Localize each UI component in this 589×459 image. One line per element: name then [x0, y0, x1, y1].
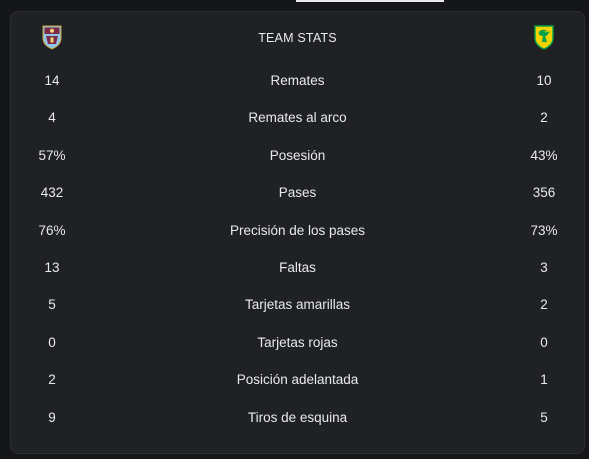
stat-row-offsides: 2 Posición adelantada 1 — [11, 361, 584, 398]
stat-row-possession: 57% Posesión 43% — [11, 137, 584, 174]
stat-label: Tarjetas amarillas — [244, 297, 351, 313]
norwich-crest-icon[interactable] — [533, 24, 555, 50]
away-value: 3 — [540, 259, 548, 275]
stat-row-passes: 432 Pases 356 — [11, 174, 584, 211]
stat-label: Remates al arco — [248, 110, 347, 126]
team-stats-title: TEAM STATS — [258, 31, 337, 45]
away-value: 10 — [536, 73, 552, 88]
stat-row-red-cards: 0 Tarjetas rojas 0 — [11, 324, 584, 361]
stat-label: Pases — [278, 185, 317, 201]
stats-list: 14 Remates 10 4 Remates al arco 2 57% Po… — [11, 62, 584, 436]
stat-row-corners: 9 Tiros de esquina 5 — [11, 399, 584, 436]
away-value: 356 — [532, 185, 556, 201]
away-value: 1 — [540, 372, 548, 388]
away-value: 5 — [540, 409, 548, 425]
team-stats-header: TEAM STATS — [11, 24, 584, 54]
stat-label: Posición adelantada — [236, 372, 359, 388]
stat-label: Tarjetas rojas — [257, 334, 338, 350]
stat-row-pass-accuracy: 76% Precisión de los pases 73% — [11, 212, 584, 249]
away-value: 2 — [540, 110, 548, 126]
stat-label: Tiros de esquina — [247, 409, 348, 425]
active-tab-indicator — [296, 0, 444, 2]
away-value: 2 — [540, 297, 548, 313]
away-value: 0 — [540, 334, 548, 350]
stat-row-yellow-cards: 5 Tarjetas amarillas 2 — [11, 286, 584, 323]
stat-label: Precisión de los pases — [229, 222, 366, 238]
stat-row-shots-on-target: 4 Remates al arco 2 — [11, 99, 584, 136]
away-value: 73% — [530, 222, 558, 238]
stat-row-shots: 14 Remates 10 — [11, 62, 584, 99]
away-value: 43% — [530, 147, 558, 163]
stat-row-fouls: 13 Faltas 3 — [11, 249, 584, 286]
stat-label: Faltas — [279, 259, 316, 275]
stat-label: Posesión — [269, 147, 326, 163]
team-stats-card: TEAM STATS 14 Remates 10 4 Remates al ar… — [10, 11, 585, 454]
stat-label: Remates — [270, 73, 325, 88]
